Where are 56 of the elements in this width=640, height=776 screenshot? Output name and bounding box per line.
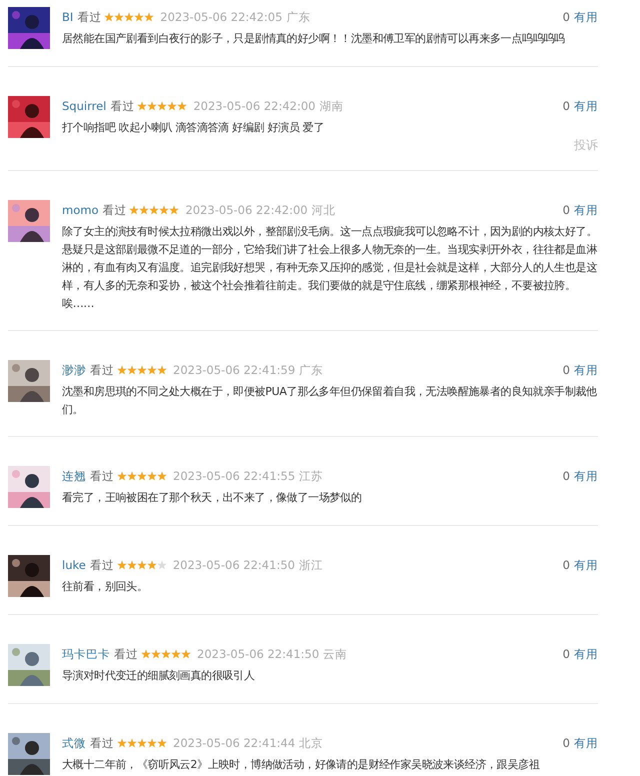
useful-link[interactable]: 有用 xyxy=(574,646,598,662)
watch-status: 看过 xyxy=(77,9,102,25)
useful-link[interactable]: 有用 xyxy=(574,9,598,25)
comment-text: 大概十二年前，《窃听风云2》上映时，博纳做活动，好像请的是财经作家吴晓波来谈经济，跟吴彦祖 xyxy=(62,757,541,773)
vote-count: 0 xyxy=(562,468,570,484)
watch-status: 看过 xyxy=(114,646,138,662)
watch-status: 看过 xyxy=(90,362,114,378)
watch-status: 看过 xyxy=(90,735,114,751)
comment-location: 河北 xyxy=(312,202,336,218)
vote-count: 0 xyxy=(562,557,570,573)
watch-status: 看过 xyxy=(102,202,126,218)
comment-location: 江苏 xyxy=(299,468,324,484)
vote-count: 0 xyxy=(562,9,570,25)
useful-link[interactable]: 有用 xyxy=(574,468,598,484)
comment-time: 2023-05-06 22:42:00 xyxy=(193,98,316,114)
comment-text: 往前看，别回头。 xyxy=(62,579,149,595)
comment-time: 2023-05-06 22:41:55 xyxy=(173,468,296,484)
user-name-link[interactable]: luke xyxy=(62,557,86,573)
useful-link[interactable]: 有用 xyxy=(574,98,598,114)
useful-link[interactable]: 有用 xyxy=(574,735,598,751)
user-name-link[interactable]: momo xyxy=(62,202,98,218)
vote-count: 0 xyxy=(562,362,570,378)
user-name-link[interactable]: 式微 xyxy=(62,735,86,751)
comment-text: 除了女主的演技有时候太拉稍微出戏以外，整部剧没毛病。这一点点瑕疵我可以忽略不计，因为剧的内核太好了。悬疑只是这部剧最微不足道的一部分，它给我们讲了社会上很多人物无奈的一生。当现实剥开外衣，往往都是血淋淋的，有血有肉又有温度。追完剧我好想哭，有种无奈又压抑的感觉，但是社会就是这样，大部分人的人生也是这样，有人多的无奈和妥协，被这个社会推着往前走。我们要做的就是守住底线，绷紧那根神经，不要被拉胯。唉…… xyxy=(62,224,598,312)
comment-location: 广东 xyxy=(286,9,310,25)
comment-text: 沈墨和房思琪的不同之处大概在于，即便被PUA了那么多年但仍保留着自我，无法唤醒施暴者的良知就亲手制裁他们。 xyxy=(62,384,598,418)
comment-time: 2023-05-06 22:42:00 xyxy=(185,202,308,218)
comment-time: 2023-05-06 22:41:44 xyxy=(173,735,296,751)
comment-time: 2023-05-06 22:41:50 xyxy=(197,646,320,662)
user-name-link[interactable]: Squirrel xyxy=(62,98,106,114)
comment-time: 2023-05-06 22:42:05 xyxy=(160,9,282,25)
comment-location: 广东 xyxy=(299,362,324,378)
watch-status: 看过 xyxy=(110,98,134,114)
comment-location: 湖南 xyxy=(320,98,344,114)
user-name-link[interactable]: 渺渺 xyxy=(62,362,86,378)
comment-time: 2023-05-06 22:41:59 xyxy=(173,362,296,378)
comment-text: 导演对时代变迁的细腻刻画真的很吸引人 xyxy=(62,668,256,684)
vote-count: 0 xyxy=(562,98,570,114)
comment-location: 北京 xyxy=(299,735,324,751)
comment-location: 浙江 xyxy=(298,557,323,573)
useful-link[interactable]: 有用 xyxy=(574,557,598,573)
user-name-link[interactable]: 连翘 xyxy=(62,468,86,484)
watch-status: 看过 xyxy=(90,557,114,573)
vote-count: 0 xyxy=(562,735,570,751)
useful-link[interactable]: 有用 xyxy=(574,202,598,218)
comment-text: 打个响指吧 吹起小喇叭 滴答滴答滴 好编剧 好演员 爱了 xyxy=(62,120,326,136)
vote-count: 0 xyxy=(562,202,570,218)
user-name-link[interactable]: BI xyxy=(62,9,74,25)
useful-link[interactable]: 有用 xyxy=(574,362,598,378)
vote-count: 0 xyxy=(562,646,570,662)
user-name-link[interactable]: 玛卡巴卡 xyxy=(62,646,110,662)
comment-text: 居然能在国产剧看到白夜行的影子，只是剧情真的好少啊！！沈墨和傅卫军的剧情可以再来多一点呜呜呜呜 xyxy=(62,31,566,47)
comment-time: 2023-05-06 22:41:50 xyxy=(172,557,295,573)
watch-status: 看过 xyxy=(90,468,114,484)
comment-text: 看完了，王响被困在了那个秋天，出不来了，像做了一场梦似的 xyxy=(62,490,363,506)
comment-location: 云南 xyxy=(323,646,348,662)
